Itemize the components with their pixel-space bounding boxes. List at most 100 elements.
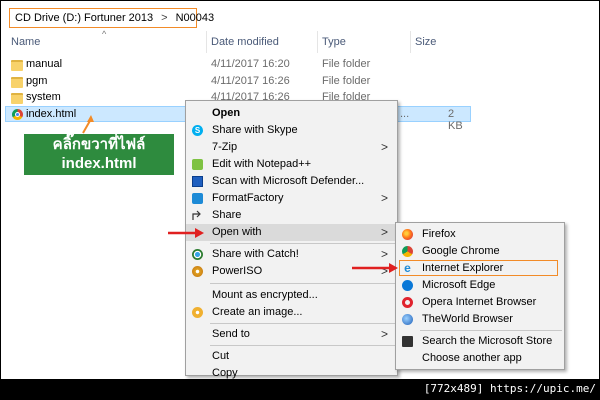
menu-item-label: Microsoft Edge [422,279,496,291]
chevron-right-icon: > [380,225,388,239]
open-with-submenu: Firefox Google Chrome e Internet Explore… [395,222,565,370]
menu-item-open[interactable]: Open [186,105,397,122]
column-date-modified[interactable]: Date modified [211,36,279,48]
sort-up-icon: ^ [102,29,107,39]
annotation-line-2: index.html [61,155,137,172]
menu-item-share-catch[interactable]: Share with Catch! > [186,246,397,263]
menu-item-label: Search the Microsoft Store [422,335,553,347]
menu-item-label: Internet Explorer [422,262,504,274]
file-date: 4/11/2017 16:20 [211,58,290,70]
column-name[interactable]: Name [11,36,40,48]
menu-item-share-skype[interactable]: S Share with Skype [186,122,397,139]
red-arrow-internet-explorer [352,263,398,273]
file-name: index.html [26,108,77,120]
formatfactory-icon [192,193,203,204]
menu-item-label: Open with [212,226,262,238]
menu-separator [210,323,395,324]
chevron-right-icon: > [380,191,388,205]
open-with-theworld[interactable]: TheWorld Browser [396,311,564,328]
file-row-manual[interactable]: manual 4/11/2017 16:20 File folder [1,57,599,73]
menu-separator [420,330,562,331]
opera-icon [402,297,413,308]
open-with-internet-explorer[interactable]: e Internet Explorer [396,260,564,277]
menu-item-label: Copy [212,367,238,379]
menu-item-label: Share [212,209,242,221]
menu-item-create-image[interactable]: Create an image... [186,304,397,321]
menu-item-label: TheWorld Browser [422,313,513,325]
menu-item-label: Google Chrome [422,245,500,257]
menu-item-label: Firefox [422,228,456,240]
chevron-right-icon: > [380,327,388,341]
column-divider[interactable] [206,31,207,53]
folder-icon [11,93,23,104]
theworld-icon [402,314,413,325]
menu-item-copy[interactable]: Copy [186,365,397,379]
menu-item-cut[interactable]: Cut [186,348,397,365]
annotation-line-1: คลิ๊กขวาที่ไฟล์ [52,136,146,153]
menu-item-7zip[interactable]: 7-Zip > [186,139,397,156]
file-date: 4/11/2017 16:26 [211,75,290,87]
defender-icon [192,176,203,187]
column-size[interactable]: Size [415,36,436,48]
breadcrumb[interactable]: CD Drive (D:) Fortuner 2013 > N00043 [9,8,214,28]
catch-icon [192,249,203,260]
open-with-choose-another[interactable]: Choose another app [396,350,564,367]
chevron-right-icon: > [380,140,388,154]
menu-item-label: Choose another app [422,352,522,364]
menu-separator [210,283,395,284]
context-menu: Open S Share with Skype 7-Zip > Edit wit… [185,100,398,379]
file-type: File folder [322,58,371,70]
menu-item-label: Share with Skype [212,124,298,136]
breadcrumb-separator: > [161,12,168,24]
menu-item-label: Edit with Notepad++ [212,158,312,170]
column-divider[interactable] [317,31,318,53]
internet-explorer-icon: e [404,261,411,275]
red-arrow-open-with [168,228,204,238]
file-name: manual [26,58,63,70]
menu-separator [210,345,395,346]
menu-item-label: FormatFactory [212,192,284,204]
menu-item-label: Scan with Microsoft Defender... [212,175,365,187]
menu-item-send-to[interactable]: Send to > [186,326,397,343]
edge-icon [402,280,413,291]
open-with-chrome[interactable]: Google Chrome [396,243,564,260]
open-with-opera[interactable]: Opera Internet Browser [396,294,564,311]
menu-item-share[interactable]: Share [186,207,397,224]
file-size: 2 KB [448,108,463,132]
menu-item-label: Share with Catch! [212,248,299,260]
column-divider[interactable] [410,31,411,53]
file-date-tail: ... [400,108,410,120]
menu-item-notepadpp[interactable]: Edit with Notepad++ [186,156,397,173]
menu-item-mount-encrypted[interactable]: Mount as encrypted... [186,287,397,304]
menu-item-label: PowerISO [212,265,263,277]
menu-item-formatfactory[interactable]: FormatFactory > [186,190,397,207]
footer-caption: [772x489] https://upic.me/ [423,382,596,395]
file-name: pgm [26,75,48,87]
file-row-pgm[interactable]: pgm 4/11/2017 16:26 File folder [1,74,599,90]
column-type[interactable]: Type [322,36,346,48]
create-image-icon [192,307,203,318]
firefox-icon [402,229,413,240]
breadcrumb-folder[interactable]: N00043 [176,12,215,24]
chrome-icon [402,246,413,257]
skype-icon: S [192,125,203,136]
file-type: File folder [322,75,371,87]
share-icon [192,210,203,221]
menu-item-label: Open [212,107,241,119]
menu-separator [210,243,395,244]
breadcrumb-drive[interactable]: CD Drive (D:) Fortuner 2013 [15,12,153,24]
menu-item-label: Mount as encrypted... [212,289,318,301]
poweriso-icon [192,266,203,277]
menu-item-defender[interactable]: Scan with Microsoft Defender... [186,173,397,190]
explorer-window: CD Drive (D:) Fortuner 2013 > N00043 ^ N… [0,0,600,380]
annotation-label: คลิ๊กขวาที่ไฟล์ index.html [24,134,174,175]
open-with-edge[interactable]: Microsoft Edge [396,277,564,294]
chevron-right-icon: > [380,247,388,261]
file-name: system [26,91,61,103]
open-with-store[interactable]: Search the Microsoft Store [396,333,564,350]
menu-item-label: Cut [212,350,230,362]
open-with-firefox[interactable]: Firefox [396,226,564,243]
chrome-file-icon [12,109,23,120]
menu-item-open-with[interactable]: Open with > [186,224,397,241]
menu-item-label: Send to [212,328,250,340]
